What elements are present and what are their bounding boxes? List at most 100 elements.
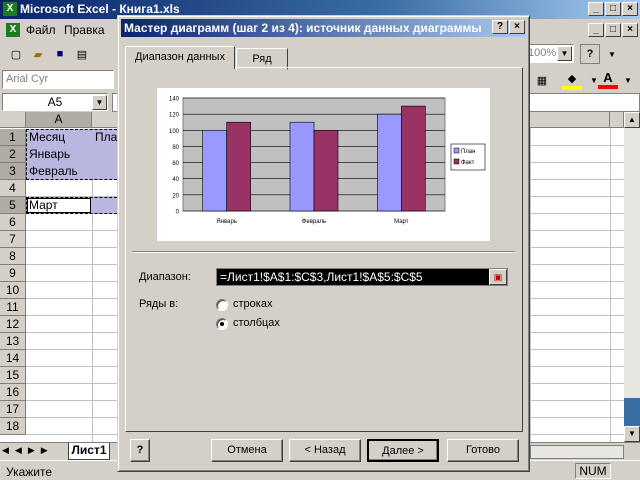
row-header-4[interactable]: 4 [0,180,26,197]
font-select[interactable]: Arial Cyr [2,70,114,89]
excel-logo-icon: X [3,2,17,16]
x-tick-label: Январь [216,219,237,225]
row-header-9[interactable]: 9 [0,265,26,282]
workbook-icon: X [6,23,20,37]
chart-svg: 0 20 40 60 80 100 120 140 Январь Февраль Март План Ф… [169,97,486,225]
close-icon[interactable]: × [622,2,638,16]
zoom-value: 100% [528,47,557,59]
column-header[interactable] [610,112,624,128]
menu-file[interactable]: Файл [26,23,56,37]
radio-columns[interactable] [216,318,228,330]
row-header-15[interactable]: 15 [0,367,26,384]
collapse-dialog-icon[interactable]: ▣ [489,269,507,285]
chevron-down-icon: ▼ [557,46,572,61]
cell-a2[interactable]: Январь [26,146,92,163]
scroll-down-icon[interactable]: ▼ [624,426,640,442]
menu-edit[interactable]: Правка [64,23,105,37]
row-header-16[interactable]: 16 [0,384,26,401]
row-header-13[interactable]: 13 [0,333,26,350]
column-header[interactable] [530,112,610,128]
save-icon[interactable]: ■ [50,44,70,64]
chevron-down-icon[interactable]: ▼ [618,70,638,90]
open-icon[interactable]: ▰ [28,44,48,64]
radio-rows-label[interactable]: строках [233,298,272,310]
sheet-nav-icons[interactable]: ◀◀▶▶ [2,445,66,458]
row-header-12[interactable]: 12 [0,316,26,333]
horizontal-scrollbar[interactable] [530,445,624,459]
legend-label: План [461,149,475,155]
close-icon[interactable]: × [509,20,525,34]
zoom-select[interactable]: 100% ▼ [524,44,574,63]
range-input[interactable]: =Лист1!$A$1:$C$3,Лист1!$A$5:$C$5 [216,268,508,286]
y-tick-label: 120 [169,113,180,119]
cancel-button[interactable]: Отмена [211,439,283,462]
bar-План-Февраль [289,121,315,212]
doc-close-icon[interactable]: × [622,23,638,37]
row-header-5[interactable]: 5 [0,197,26,214]
row-header-17[interactable]: 17 [0,401,26,418]
bar-План-Январь [202,129,227,212]
dialog-title-bar: Мастер диаграмм (шаг 2 из 4): источник д… [121,19,526,37]
scroll-up-icon[interactable]: ▲ [624,112,640,128]
series-in-label: Ряды в: [139,298,179,310]
select-all-corner[interactable] [0,112,26,128]
doc-restore-icon[interactable]: □ [605,23,621,37]
divider [132,251,515,253]
y-tick-label: 40 [172,177,179,183]
vertical-scrollbar[interactable]: ▲ ▼ [624,112,640,442]
row-header-10[interactable]: 10 [0,282,26,299]
print-icon[interactable]: ▤ [72,44,92,64]
range-value: =Лист1!$A$1:$C$3,Лист1!$A$5:$C$5 [220,270,423,284]
borders-icon[interactable]: ▦ [532,70,552,90]
row-header-6[interactable]: 6 [0,214,26,231]
tab-data-range[interactable]: Диапазон данных [125,46,235,69]
row-header-14[interactable]: 14 [0,350,26,367]
row-header-8[interactable]: 8 [0,248,26,265]
range-label: Диапазон: [139,271,191,283]
help-icon[interactable]: ? [580,44,600,64]
y-tick-label: 100 [169,129,180,135]
row-header-1[interactable]: 1 [0,129,26,146]
new-icon[interactable]: ▢ [6,44,26,64]
num-lock-indicator: NUM [575,463,611,479]
cell-a1[interactable]: Месяц [26,129,92,146]
name-box[interactable]: A5 ▼ [2,93,108,111]
font-name: Arial Cyr [6,73,49,85]
bar-Факт-Январь [226,121,251,212]
chevron-down-icon: ▼ [92,95,107,110]
legend-label: Факт [461,160,475,166]
column-header-a[interactable]: A [26,112,92,128]
maximize-icon[interactable]: □ [605,2,621,16]
legend-swatch [453,158,460,165]
chart-preview: 0 20 40 60 80 100 120 140 Январь Февраль Март План Ф… [157,88,490,241]
row-header-2[interactable]: 2 [0,146,26,163]
help-button[interactable]: ? [130,439,150,462]
help-icon[interactable]: ? [492,20,508,34]
y-tick-label: 80 [172,145,179,151]
minimize-icon[interactable]: _ [588,2,604,16]
back-button[interactable]: < Назад [289,439,361,462]
radio-columns-label[interactable]: столбцах [233,317,280,329]
finish-button[interactable]: Готово [447,439,519,462]
scroll-thumb[interactable] [624,398,640,426]
fill-color-icon[interactable]: ◆ [562,70,582,90]
row-header-7[interactable]: 7 [0,231,26,248]
chart-wizard-dialog: Мастер диаграмм (шаг 2 из 4): источник д… [117,15,530,472]
x-tick-label: Февраль [302,219,326,225]
chevron-down-icon[interactable]: ▼ [602,44,622,64]
sheet-tab-1[interactable]: Лист1 [68,443,110,460]
doc-minimize-icon[interactable]: _ [588,23,604,37]
row-header-3[interactable]: 3 [0,163,26,180]
y-tick-label: 140 [169,97,180,103]
row-header-11[interactable]: 11 [0,299,26,316]
row-header-18[interactable]: 18 [0,418,26,435]
next-button[interactable]: Далее > [367,439,439,462]
gridline [530,128,531,442]
cell-a5[interactable]: Март [26,197,92,214]
cell-a3[interactable]: Февраль [26,163,92,180]
y-tick-label: 0 [176,210,180,216]
radio-rows[interactable] [216,299,228,311]
font-color-icon[interactable]: A [598,69,618,89]
x-tick-label: Март [394,219,409,225]
bar-План-Март [377,113,402,212]
